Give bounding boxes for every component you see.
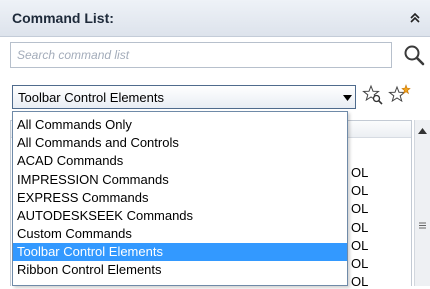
star-magnifier-icon[interactable] [362, 84, 384, 106]
filter-option-label: All Commands and Controls [17, 135, 179, 150]
magnifier-icon[interactable] [402, 43, 426, 67]
filter-option-label: Toolbar Control Elements [17, 244, 163, 259]
command-cell: OL [351, 201, 369, 216]
filter-option-label: AUTODESKSEEK Commands [17, 208, 194, 223]
command-cell: OL [351, 220, 369, 235]
filter-option[interactable]: All Commands and Controls [13, 134, 347, 152]
search-box [10, 42, 392, 68]
dropdown-arrow-icon[interactable] [343, 95, 352, 101]
command-list-panel: Command List: Toolbar Control Elements O… [0, 0, 430, 289]
filter-option[interactable]: Ribbon Control Elements [13, 261, 347, 279]
command-cell: OL [351, 274, 369, 289]
filter-option-label: EXPRESS Commands [17, 190, 149, 205]
panel-header: Command List: [0, 0, 430, 37]
list-scrollbar[interactable] [414, 120, 430, 286]
double-chevron-up-icon[interactable] [408, 11, 422, 25]
scroll-up-arrow-icon[interactable] [418, 128, 427, 134]
filter-option-label: Custom Commands [17, 226, 132, 241]
filter-option[interactable]: AUTODESKSEEK Commands [13, 207, 347, 225]
filter-options-list: All Commands Only All Commands and Contr… [12, 111, 348, 286]
filter-option[interactable]: Custom Commands [13, 225, 347, 243]
filter-option-selected[interactable]: Toolbar Control Elements [13, 243, 347, 261]
filter-option[interactable]: ACAD Commands [13, 152, 347, 170]
filter-selected-label: Toolbar Control Elements [18, 90, 164, 105]
filter-option-label: All Commands Only [17, 117, 132, 132]
filter-option-label: Ribbon Control Elements [17, 262, 162, 277]
command-cell: OL [351, 238, 369, 253]
star-new-icon[interactable] [388, 84, 412, 106]
filter-option-label: ACAD Commands [17, 153, 124, 168]
filter-dropdown[interactable]: Toolbar Control Elements [12, 85, 356, 109]
command-cell: OL [351, 183, 369, 198]
command-cell: OL [351, 165, 369, 180]
filter-option[interactable]: All Commands Only [13, 116, 347, 134]
filter-option-label: IMPRESSION Commands [17, 172, 169, 187]
command-cell: OL [351, 256, 369, 271]
filter-option[interactable]: IMPRESSION Commands [13, 171, 347, 189]
panel-title: Command List: [12, 10, 114, 26]
search-input[interactable] [17, 46, 377, 64]
filter-option[interactable]: EXPRESS Commands [13, 189, 347, 207]
scroll-thumb-grip-icon[interactable] [419, 222, 426, 229]
